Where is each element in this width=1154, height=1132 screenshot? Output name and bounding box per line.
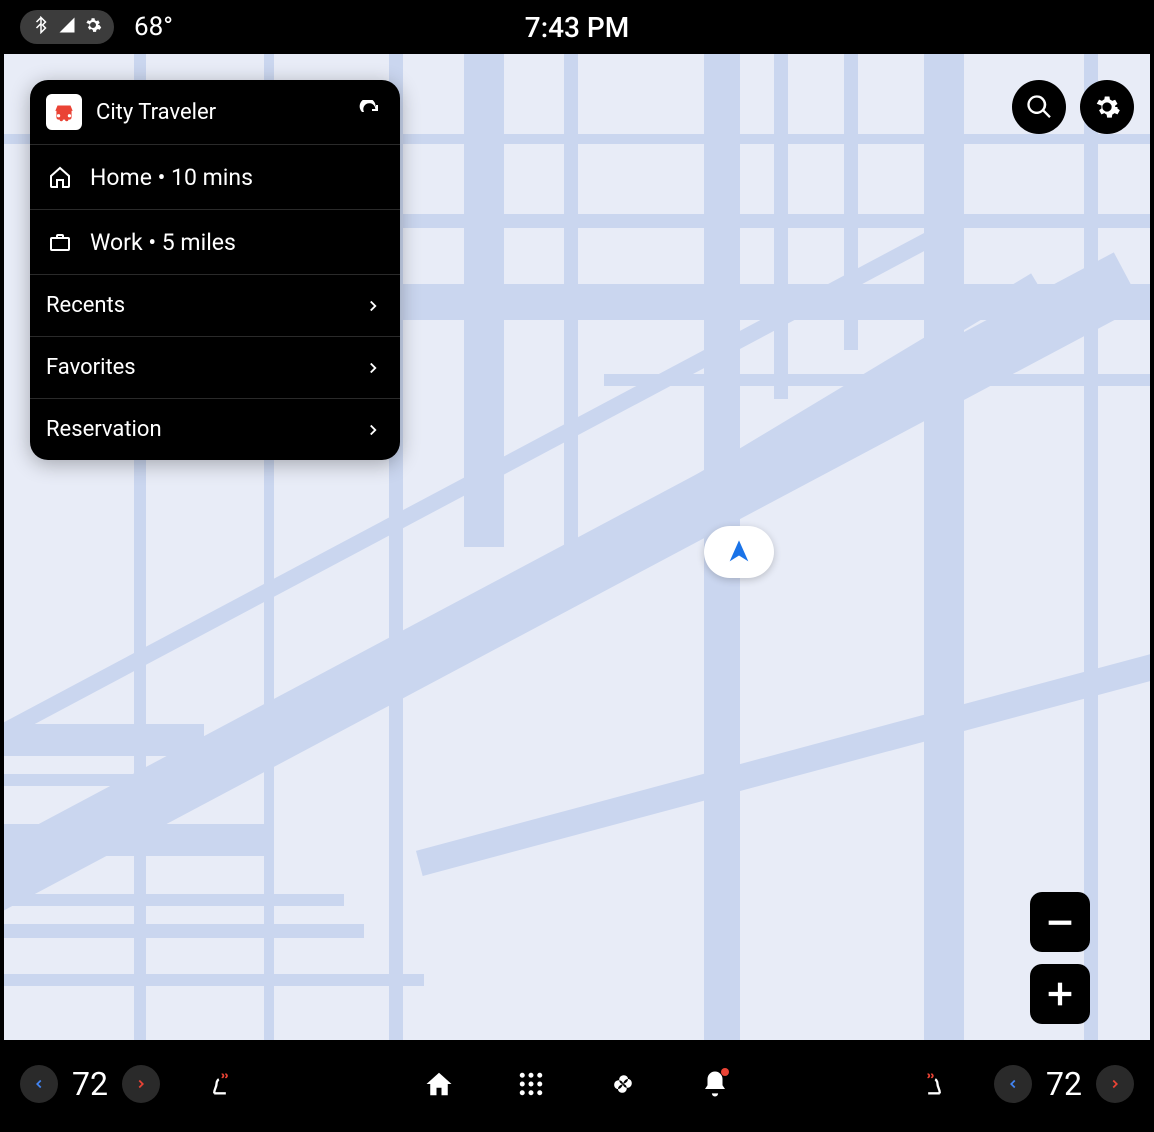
climate-right: 72 — [918, 1065, 1134, 1103]
gear-icon — [84, 16, 102, 38]
zoom-out-button[interactable] — [1030, 892, 1090, 952]
climate-temp-left: 72 — [72, 1065, 108, 1103]
temp-down-left[interactable] — [20, 1065, 58, 1103]
chevron-right-icon — [364, 358, 384, 378]
map-view[interactable]: City Traveler Home • 10 mins Work • 5 mi… — [4, 54, 1150, 1040]
map-action-buttons — [1012, 80, 1134, 134]
nav-item-favorites[interactable]: Favorites — [30, 337, 400, 399]
home-button[interactable] — [423, 1068, 455, 1100]
nav-item-label: Home • 10 mins — [90, 164, 384, 191]
center-controls — [423, 1068, 731, 1100]
bottom-bar: 72 72 — [0, 1040, 1154, 1128]
nav-item-label: Reservation — [46, 417, 364, 442]
status-indicators — [20, 10, 114, 44]
nav-item-work[interactable]: Work • 5 miles — [30, 210, 400, 275]
notification-dot — [721, 1068, 729, 1076]
briefcase-icon — [46, 228, 74, 256]
nav-item-label: Recents — [46, 293, 364, 318]
seat-heat-left-icon[interactable] — [204, 1068, 236, 1100]
search-button[interactable] — [1012, 80, 1066, 134]
signal-icon — [58, 16, 76, 38]
notifications-button[interactable] — [699, 1068, 731, 1100]
settings-button[interactable] — [1080, 80, 1134, 134]
app-icon — [46, 94, 82, 130]
status-bar: 68° 7:43 PM — [0, 0, 1154, 54]
temp-up-right[interactable] — [1096, 1065, 1134, 1103]
nav-item-label: Favorites — [46, 355, 364, 380]
apps-button[interactable] — [515, 1068, 547, 1100]
zoom-controls — [1030, 892, 1090, 1024]
nav-panel-header: City Traveler — [30, 80, 400, 145]
zoom-in-button[interactable] — [1030, 964, 1090, 1024]
chevron-right-icon — [364, 420, 384, 440]
seat-heat-right-icon[interactable] — [918, 1068, 950, 1100]
temp-up-left[interactable] — [122, 1065, 160, 1103]
climate-temp-right: 72 — [1046, 1065, 1082, 1103]
nav-item-home[interactable]: Home • 10 mins — [30, 145, 400, 210]
navigation-panel: City Traveler Home • 10 mins Work • 5 mi… — [30, 80, 400, 460]
refresh-button[interactable] — [356, 98, 384, 126]
outside-temperature: 68° — [134, 12, 173, 42]
nav-item-reservation[interactable]: Reservation — [30, 399, 400, 460]
chevron-right-icon — [364, 296, 384, 316]
bluetooth-icon — [32, 16, 50, 38]
nav-item-recents[interactable]: Recents — [30, 275, 400, 337]
climate-left: 72 — [20, 1065, 236, 1103]
fan-button[interactable] — [607, 1068, 639, 1100]
current-location-marker[interactable] — [704, 526, 774, 578]
nav-item-label: Work • 5 miles — [90, 229, 384, 256]
home-icon — [46, 163, 74, 191]
clock: 7:43 PM — [525, 11, 629, 44]
temp-down-right[interactable] — [994, 1065, 1032, 1103]
app-title: City Traveler — [96, 100, 356, 125]
